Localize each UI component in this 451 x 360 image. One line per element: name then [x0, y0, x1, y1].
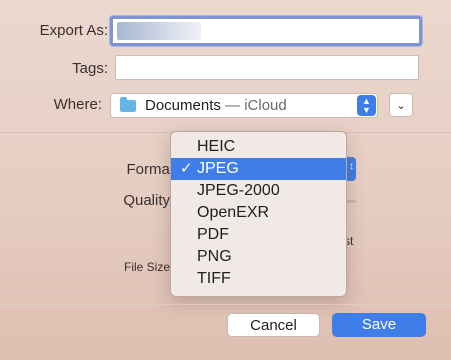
file-size-label: File Size	[124, 260, 171, 274]
format-option-label: JPEG-2000	[197, 182, 280, 199]
format-option-openexr[interactable]: OpenEXR	[171, 202, 346, 224]
where-service: — iCloud	[225, 97, 287, 114]
format-option-label: PNG	[197, 248, 232, 265]
expand-button[interactable]: ⌄	[389, 93, 413, 117]
footer-divider	[0, 304, 451, 305]
format-option-jpeg[interactable]: ✓ JPEG	[171, 158, 346, 180]
filename-text	[117, 22, 201, 40]
format-option-pdf[interactable]: PDF	[171, 224, 346, 246]
checkmark-icon: ✓	[180, 160, 193, 177]
format-option-png[interactable]: PNG	[171, 246, 346, 268]
format-option-heic[interactable]: HEIC	[171, 136, 346, 158]
export-dialog: Export As: Tags: Where: Documents — iClo…	[0, 0, 451, 360]
save-button[interactable]: Save	[332, 313, 426, 337]
where-location: Documents	[145, 97, 221, 114]
format-option-tiff[interactable]: TIFF	[171, 268, 346, 290]
format-stepper-icon: ↕	[349, 161, 354, 172]
folder-icon	[120, 97, 136, 112]
where-label: Where:	[53, 96, 102, 113]
cancel-button[interactable]: Cancel	[227, 313, 320, 337]
format-option-label: JPEG	[197, 160, 239, 177]
format-label: Format	[126, 161, 174, 178]
export-as-label: Export As:	[39, 22, 108, 39]
chevron-down-icon: ⌄	[396, 99, 406, 112]
tags-label: Tags:	[72, 60, 108, 77]
format-option-label: OpenEXR	[197, 204, 270, 221]
format-option-label: HEIC	[197, 138, 236, 155]
tags-field[interactable]	[115, 55, 419, 80]
format-option-jpeg-2000[interactable]: JPEG-2000	[171, 180, 346, 202]
export-as-field[interactable]	[110, 16, 422, 46]
up-down-chevron-icon[interactable]: ▲ ▼	[357, 95, 376, 116]
format-dropdown-menu: HEIC ✓ JPEG JPEG-2000 OpenEXR PDF PNG TI…	[170, 131, 347, 297]
format-option-label: TIFF	[197, 270, 231, 287]
format-option-label: PDF	[197, 226, 229, 243]
quality-label: Quality	[123, 192, 170, 209]
where-select[interactable]: Documents — iCloud ▲ ▼	[110, 93, 378, 118]
where-value: Documents — iCloud	[145, 97, 287, 114]
